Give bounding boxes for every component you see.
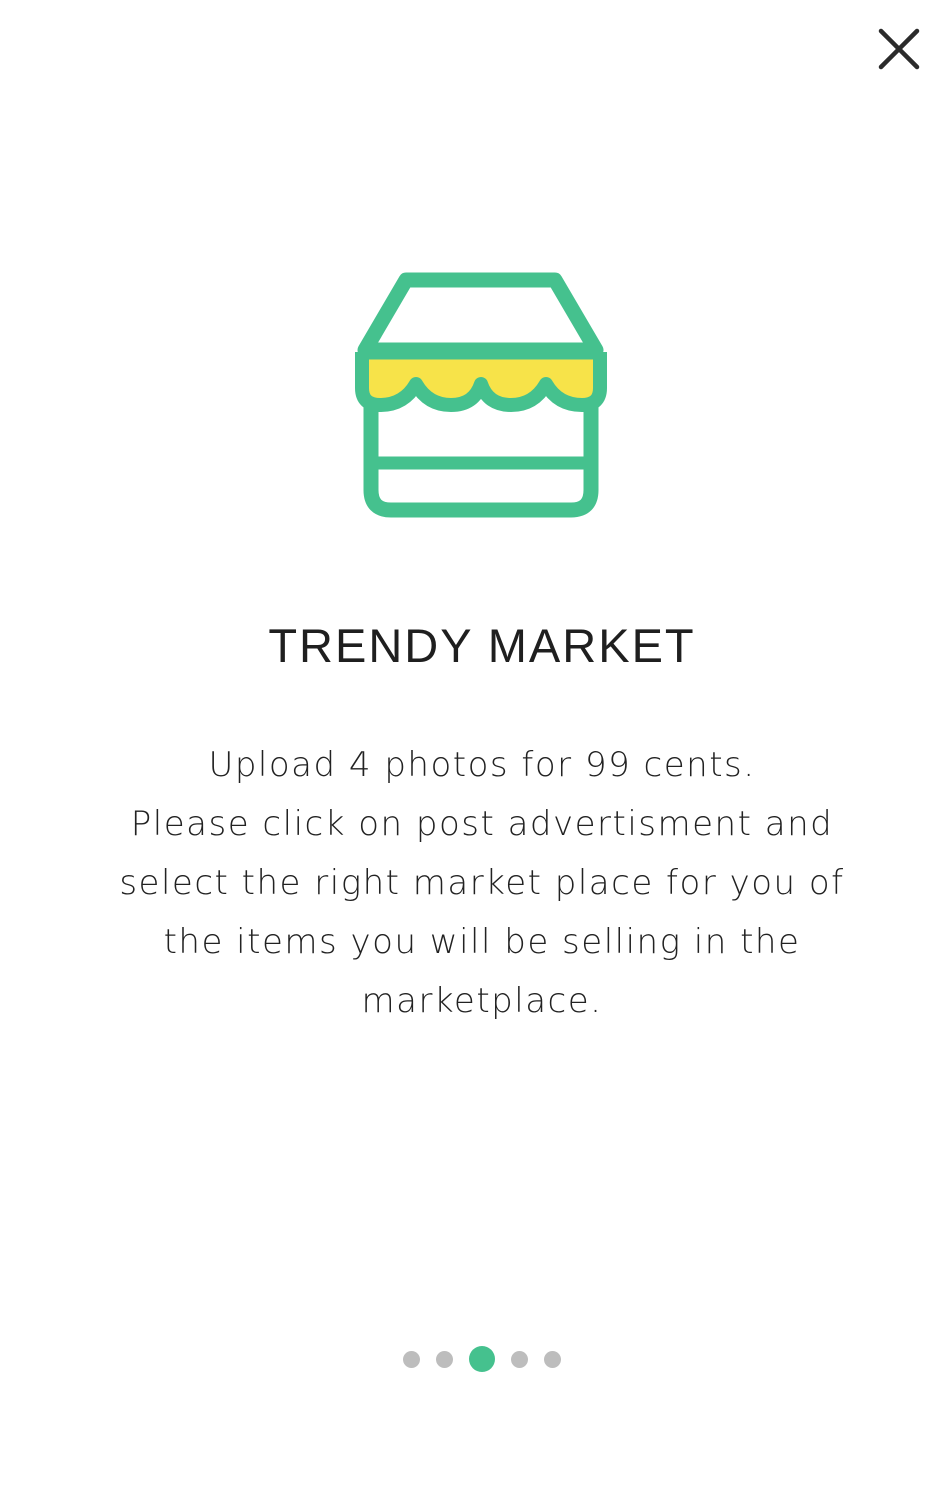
page-dot-active[interactable]: [469, 1346, 495, 1372]
page-dot[interactable]: [511, 1350, 528, 1368]
description-line: Upload 4 photos for 99 cents.: [208, 745, 756, 785]
store-icon: [350, 262, 612, 527]
page-dot[interactable]: [544, 1350, 561, 1368]
description-text: Upload 4 photos for 99 cents. Please cli…: [60, 736, 904, 1031]
page-title: TRENDY MARKET: [268, 619, 696, 672]
close-icon: [878, 28, 920, 70]
description-line: marketplace.: [361, 981, 603, 1021]
description-line: the items you will be selling in the: [163, 922, 801, 962]
close-button[interactable]: [870, 20, 928, 78]
page-dot[interactable]: [436, 1350, 453, 1368]
description-line: select the right market place for you of: [119, 863, 845, 903]
description-line: Please click on post advertisment and: [130, 804, 834, 844]
page-indicator: [0, 1345, 950, 1373]
page-dot[interactable]: [403, 1350, 420, 1368]
